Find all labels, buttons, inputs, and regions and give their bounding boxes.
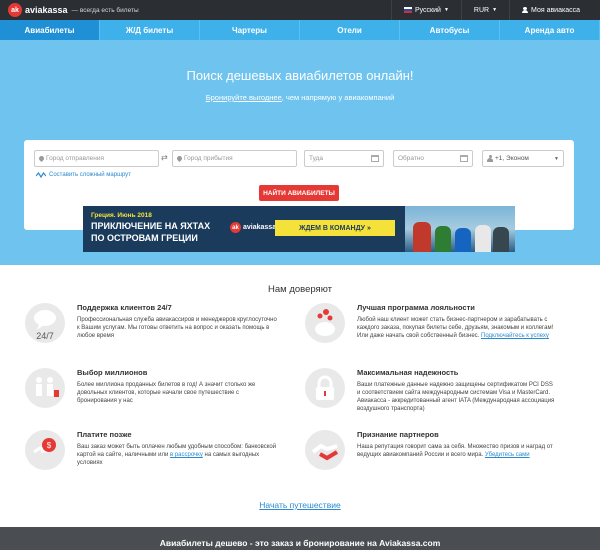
russia-flag-icon — [403, 7, 412, 13]
svg-text:$: $ — [47, 441, 52, 450]
feature-title: Лучшая программа лояльности — [357, 303, 475, 312]
padlock-icon — [305, 368, 345, 408]
banner-cta: ЖДЕМ В КОМАНДУ » — [275, 220, 395, 236]
feature-text: Ваши платежные данные надежно защищены с… — [357, 382, 555, 412]
passengers-field[interactable]: +1, Эконом ▼ — [482, 150, 564, 167]
account-link[interactable]: Моя авиакасса — [509, 0, 592, 20]
language-label: Русский — [414, 6, 441, 14]
feature-title: Выбор миллионов — [77, 368, 148, 377]
24-7-chat-icon: 24/7 — [25, 303, 65, 343]
banner-headline-2: ПО ОСТРОВАМ ГРЕЦИИ — [91, 233, 198, 243]
chevron-down-icon: ▼ — [443, 7, 449, 13]
swap-icon[interactable]: ⇄ — [161, 153, 168, 162]
footer: Авиабилеты дешево - это заказ и брониров… — [0, 527, 600, 550]
promo-banner[interactable]: Греция. Июнь 2018 ПРИКЛЮЧЕНИЕ НА ЯХТАХ П… — [83, 206, 515, 252]
banner-headline-1: ПРИКЛЮЧЕНИЕ НА ЯХТАХ — [91, 221, 211, 231]
currency-label: RUR — [473, 6, 490, 14]
account-label: Моя авиакасса — [531, 6, 580, 14]
feature-title: Максимальная надежность — [357, 368, 459, 377]
payment-icon: $ — [25, 430, 65, 470]
passengers-value: +1, Эконом — [495, 155, 529, 162]
calendar-icon — [460, 155, 468, 162]
language-selector[interactable]: Русский ▼ — [390, 0, 461, 20]
depart-date-field[interactable]: Туда — [304, 150, 384, 167]
feature-text: Любой наш клиент может стать бизнес-парт… — [357, 317, 554, 339]
to-placeholder: Город прибытия — [184, 155, 233, 162]
feature-support: 24/7 Поддержка клиентов 24/7 Профессиона… — [25, 303, 277, 363]
depart-placeholder: Туда — [309, 155, 324, 162]
feature-text: Наша репутация говорит сама за себя. Мно… — [357, 444, 553, 458]
handshake-icon — [305, 430, 345, 470]
travelers-icon — [25, 368, 65, 408]
from-field[interactable]: Город отправления — [34, 150, 159, 167]
logo[interactable]: ak aviakassa — [8, 3, 68, 17]
passenger-icon — [487, 155, 493, 162]
tab-charters[interactable]: Чартеры — [200, 20, 300, 40]
hero-title: Поиск дешевых авиабилетов онлайн! — [186, 68, 414, 83]
feature-title: Платите позже — [77, 430, 132, 439]
feature-recognition: Признание партнеров Наша репутация говор… — [305, 430, 555, 490]
banner-logo-text: aviakassa — [243, 224, 277, 231]
feature-title: Поддержка клиентов 24/7 — [77, 303, 172, 312]
calendar-icon — [371, 155, 379, 162]
trust-section: Нам доверяют 24/7 Поддержка клиентов 24/… — [0, 265, 600, 527]
partner-link[interactable]: Подключайтесь к успеху — [481, 333, 549, 339]
banner-logo: ak aviakassa — [230, 222, 276, 233]
route-icon — [36, 172, 46, 178]
start-journey-link[interactable]: Начать путешествие — [0, 500, 600, 510]
hero-subtitle-rest: , чем напрямую у авиакомпаний — [281, 93, 395, 102]
location-pin-icon — [39, 156, 44, 162]
currency-selector[interactable]: RUR ▼ — [460, 0, 509, 20]
feature-text: Более миллиона проданных билетов в год! … — [77, 382, 256, 404]
return-placeholder: Обратно — [398, 155, 425, 162]
footer-text: Авиабилеты дешево - это заказ и брониров… — [159, 538, 441, 548]
logo-badge-icon: ak — [8, 3, 22, 17]
top-bar: ak aviakassa — всегда есть билеты Русски… — [0, 0, 600, 20]
banner-date: Греция. Июнь 2018 — [91, 212, 152, 219]
tab-avia[interactable]: Авиабилеты — [0, 20, 100, 40]
feature-millions: Выбор миллионов Более миллиона проданных… — [25, 368, 275, 428]
logo-badge-icon: ak — [230, 222, 241, 233]
main-nav: Авиабилеты Ж/Д билеты Чартеры Отели Авто… — [0, 20, 600, 40]
tab-buses[interactable]: Автобусы — [400, 20, 500, 40]
feature-security: Максимальная надежность Ваши платежные д… — [305, 368, 555, 428]
installment-link[interactable]: в рассрочку — [170, 452, 203, 458]
feature-pay-later: $ Платите позже Ваш заказ может быть опл… — [25, 430, 277, 490]
svg-text:24/7: 24/7 — [36, 331, 54, 341]
search-button[interactable]: НАЙТИ АВИАБИЛЕТЫ — [259, 185, 339, 201]
feature-loyalty: Лучшая программа лояльности Любой наш кл… — [305, 303, 555, 363]
to-field[interactable]: Город прибытия — [172, 150, 297, 167]
feature-title: Признание партнеров — [357, 430, 439, 439]
book-cheaper-link[interactable]: Бронируйте выгоднее — [206, 93, 282, 102]
tab-rail[interactable]: Ж/Д билеты — [100, 20, 200, 40]
hero-subtitle: Бронируйте выгоднее, чем напрямую у авиа… — [0, 93, 600, 102]
piggy-bank-icon — [305, 303, 345, 343]
complex-route-link[interactable]: Составить сложный маршрут — [36, 172, 131, 178]
tagline: — всегда есть билеты — [71, 6, 139, 14]
tab-car-rental[interactable]: Аренда авто — [500, 20, 600, 40]
tab-hotels[interactable]: Отели — [300, 20, 400, 40]
location-pin-icon — [177, 156, 182, 162]
chevron-down-icon: ▼ — [492, 7, 498, 13]
return-date-field[interactable]: Обратно — [393, 150, 473, 167]
team-photo — [405, 206, 515, 252]
feature-text: Профессиональная служба авиакассиров и м… — [77, 317, 277, 339]
from-placeholder: Город отправления — [46, 155, 105, 162]
see-for-yourself-link[interactable]: Убедитесь сами — [485, 452, 530, 458]
complex-route-label: Составить сложный маршрут — [49, 172, 131, 178]
logo-text: aviakassa — [25, 5, 68, 15]
user-icon — [522, 6, 529, 14]
chevron-down-icon: ▼ — [554, 155, 559, 162]
trust-title: Нам доверяют — [268, 284, 332, 295]
feature-text: Ваш заказ может быть оплачен любым удобн… — [77, 444, 277, 466]
